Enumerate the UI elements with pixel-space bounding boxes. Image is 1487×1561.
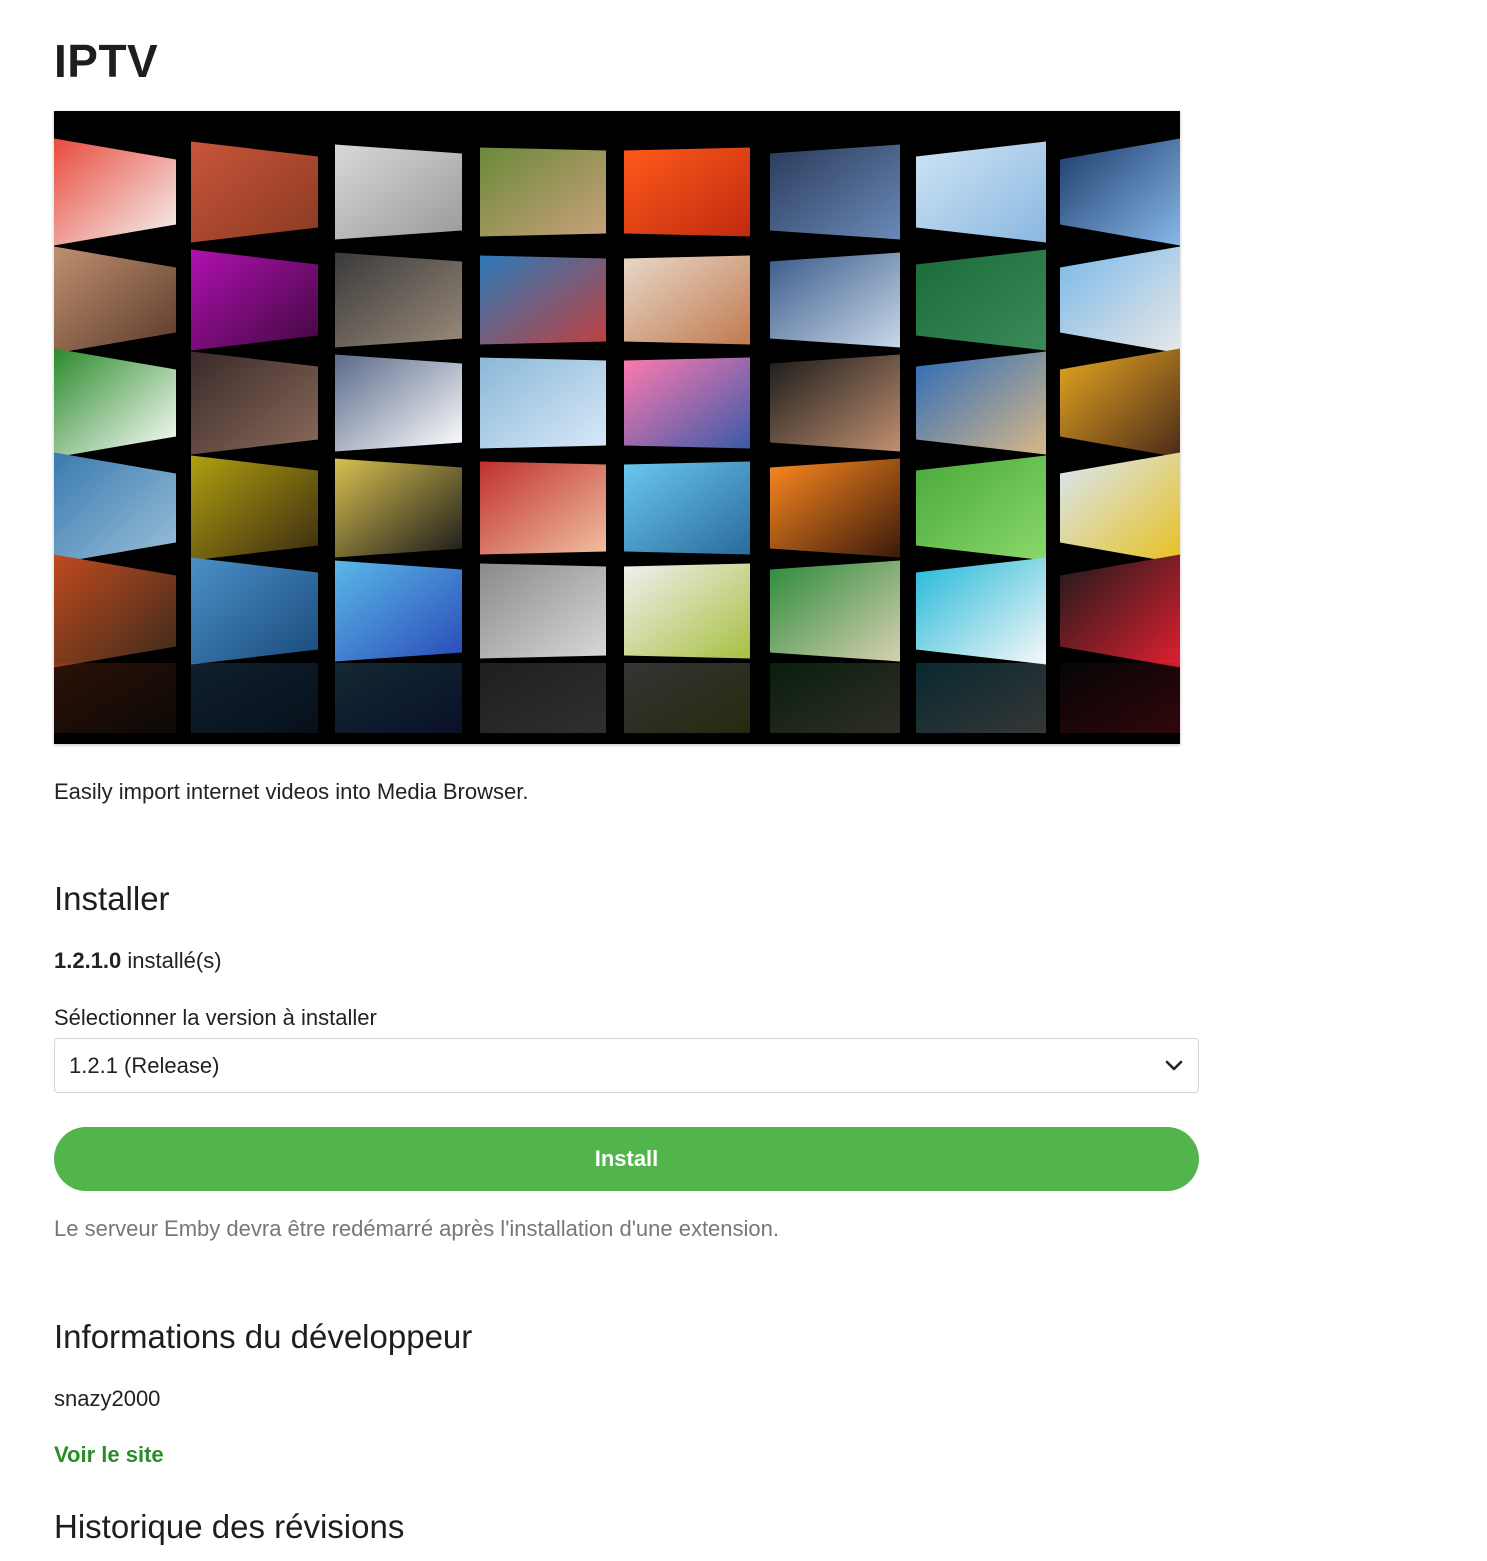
video-tile [770, 354, 900, 452]
video-tile [480, 357, 606, 449]
installed-suffix: installé(s) [121, 948, 222, 973]
developer-site-link[interactable]: Voir le site [54, 1442, 164, 1468]
video-tile-reflection [335, 663, 462, 733]
video-tile [624, 563, 750, 659]
video-tile [54, 452, 176, 564]
video-tile [54, 246, 176, 354]
video-tile [1060, 452, 1180, 564]
video-tile-reflection [770, 663, 900, 733]
video-tile [191, 141, 318, 243]
video-tile [54, 554, 176, 668]
video-tile [770, 458, 900, 558]
video-tile [624, 255, 750, 345]
video-tile [480, 563, 606, 659]
installed-version-text: 1.2.1.0 installé(s) [54, 948, 222, 974]
video-tile [624, 147, 750, 237]
video-tile [335, 458, 462, 558]
video-tile-reflection [1060, 663, 1180, 733]
video-tile [480, 147, 606, 237]
page-title: IPTV [54, 35, 159, 87]
video-tile-reflection [916, 663, 1046, 733]
video-tile-reflection [54, 663, 176, 733]
video-tile [624, 461, 750, 555]
installed-version: 1.2.1.0 [54, 948, 122, 973]
video-tile [54, 348, 176, 458]
plugin-banner-image [54, 111, 1180, 744]
video-tile [1060, 246, 1180, 354]
chevron-down-icon [1165, 1060, 1183, 1071]
video-tile [770, 144, 900, 240]
video-tile-reflection [480, 663, 606, 733]
video-tile-reflection [191, 663, 318, 733]
video-tile [191, 351, 318, 455]
video-tile [1060, 348, 1180, 458]
video-tile [335, 252, 462, 348]
video-tile [191, 455, 318, 561]
video-tile [54, 138, 176, 246]
video-tile [916, 249, 1046, 351]
video-tile [335, 144, 462, 240]
install-button[interactable]: Install [54, 1127, 1199, 1191]
video-tile [335, 354, 462, 452]
video-tile [624, 357, 750, 449]
version-select-label: Sélectionner la version à installer [54, 1005, 377, 1030]
video-tile [191, 557, 318, 665]
video-tile-reflection [624, 663, 750, 733]
video-tile [916, 455, 1046, 561]
video-tile [916, 351, 1046, 455]
video-tile [770, 560, 900, 662]
video-tile [480, 255, 606, 345]
install-heading: Installer [54, 880, 170, 917]
developer-name: snazy2000 [54, 1386, 161, 1411]
video-tile [916, 141, 1046, 243]
video-tile [191, 249, 318, 351]
version-select[interactable]: 1.2.1 (Release) [54, 1038, 1199, 1093]
restart-note: Le serveur Emby devra être redémarré apr… [54, 1216, 780, 1241]
developer-heading: Informations du développeur [54, 1318, 473, 1355]
video-tile [916, 557, 1046, 665]
video-wall-illustration [54, 138, 1180, 733]
version-select-value: 1.2.1 (Release) [69, 1052, 220, 1078]
video-tile [1060, 138, 1180, 246]
plugin-description: Easily import internet videos into Media… [54, 779, 529, 804]
revision-history-heading: Historique des révisions [54, 1508, 405, 1545]
video-tile [480, 461, 606, 555]
video-tile [1060, 554, 1180, 668]
video-tile [335, 560, 462, 662]
video-tile [770, 252, 900, 348]
